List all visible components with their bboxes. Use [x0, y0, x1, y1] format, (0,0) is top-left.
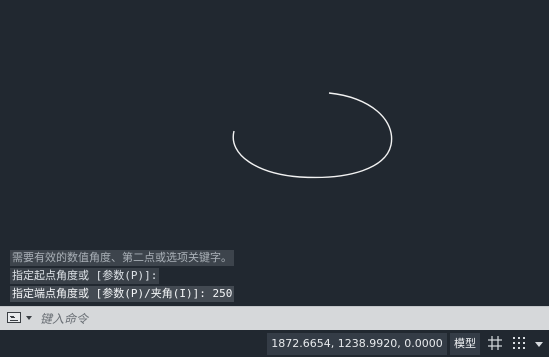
- model-space-button[interactable]: 模型: [450, 333, 480, 355]
- chevron-down-icon[interactable]: [535, 342, 543, 347]
- status-bar: 1872.6654, 1238.9920, 0.0000 模型: [0, 330, 549, 357]
- command-history: 需要有效的数值角度、第二点或选项关键字。 指定起点角度或 [参数(P)]: 指定…: [10, 246, 235, 302]
- elliptical-arc[interactable]: [232, 92, 393, 179]
- chevron-down-icon[interactable]: [26, 316, 32, 320]
- coordinate-readout[interactable]: 1872.6654, 1238.9920, 0.0000: [267, 333, 447, 355]
- grid-icon[interactable]: [487, 335, 503, 351]
- drawing-canvas[interactable]: [0, 0, 549, 245]
- command-input[interactable]: [40, 309, 520, 328]
- command-line: [0, 306, 549, 330]
- command-history-line: 指定端点角度或 [参数(P)/夹角(I)]: 250: [10, 286, 235, 302]
- command-line-icon[interactable]: [7, 312, 21, 323]
- snap-mode-icon[interactable]: [511, 335, 527, 351]
